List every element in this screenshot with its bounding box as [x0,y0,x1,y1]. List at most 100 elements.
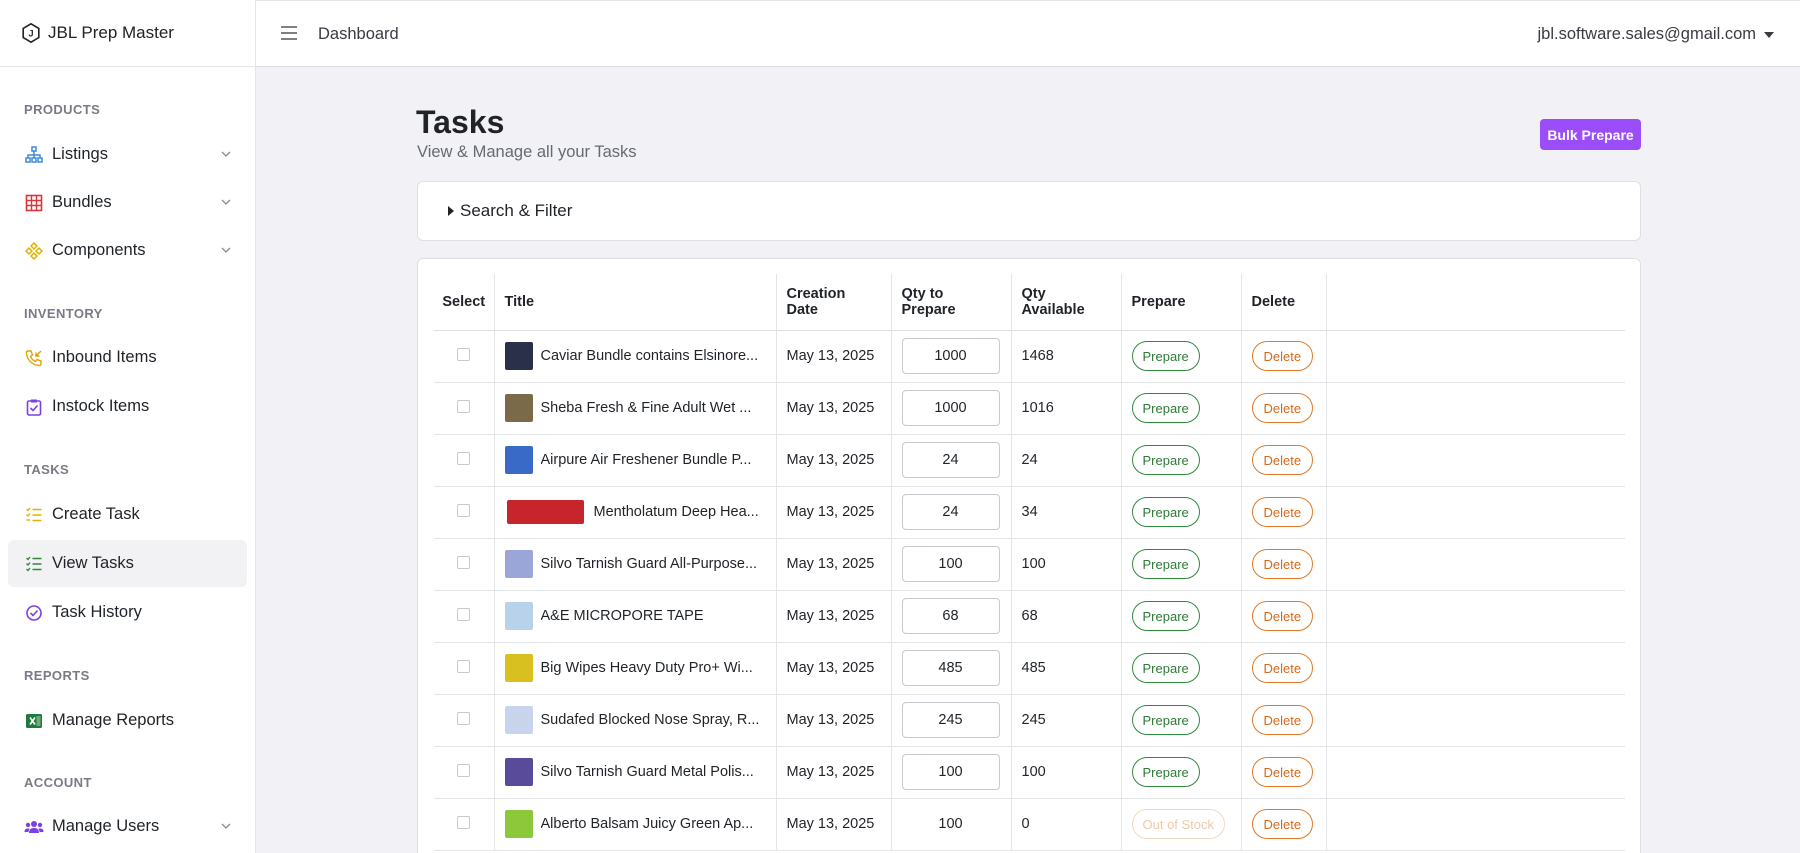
product-title[interactable]: Silvo Tarnish Guard All-Purpose... [541,556,758,572]
title-cell: Caviar Bundle contains Elsinore... [494,330,777,383]
product-title[interactable]: Mentholatum Deep Hea... [594,504,759,520]
sidebar-item-manage-users[interactable]: Manage Users [8,803,247,850]
qty-to-prepare-cell [891,538,1012,591]
prepare-button[interactable]: Prepare [1131,497,1200,527]
qty-to-prepare-cell [891,486,1012,539]
row-select-checkbox[interactable] [457,347,471,361]
row-select-checkbox[interactable] [457,763,471,777]
qty-to-prepare-input[interactable] [901,494,1000,530]
sidebar-item-task-history[interactable]: Task History [8,589,247,636]
row-select-checkbox[interactable] [457,607,471,621]
section-account: ACCOUNT [24,775,92,790]
product-title[interactable]: Silvo Tarnish Guard Metal Polis... [541,764,754,780]
section-reports: REPORTS [24,668,90,683]
section-tasks: TASKS [24,462,70,477]
delete-button[interactable]: Delete [1251,757,1314,787]
sidebar-item-listings[interactable]: Listings [8,131,247,178]
row-select-checkbox[interactable] [457,659,471,673]
chevron-down-icon [221,151,231,157]
row-select-checkbox[interactable] [457,503,471,517]
search-filter-toggle[interactable]: Search & Filter [417,181,1641,241]
breadcrumb[interactable]: Dashboard [318,25,399,44]
components-icon [24,241,44,261]
header-spacer [1326,274,1625,331]
sidebar-item-bundles[interactable]: Bundles [8,179,247,226]
product-title[interactable]: A&E MICROPORE TAPE [541,608,704,624]
qty-to-prepare-input[interactable] [901,546,1000,582]
qty-to-prepare-input[interactable] [901,442,1000,478]
row-select-checkbox[interactable] [457,555,471,569]
qty-to-prepare-input[interactable] [901,650,1000,686]
clipboard-check-icon [24,397,44,417]
product-title[interactable]: Big Wipes Heavy Duty Pro+ Wi... [541,660,753,676]
delete-button[interactable]: Delete [1251,705,1314,735]
sidebar-item-label: Instock Items [52,397,150,415]
qty-to-prepare-input[interactable] [901,702,1000,738]
row-select-checkbox[interactable] [457,711,471,725]
delete-button[interactable]: Delete [1251,601,1314,631]
sidebar-item-label: Manage Reports [52,711,174,729]
bulk-prepare-button[interactable]: Bulk Prepare [1540,119,1641,150]
product-title[interactable]: Alberto Balsam Juicy Green Ap... [541,816,754,832]
prepare-button[interactable]: Prepare [1131,445,1200,475]
page-subtitle: View & Manage all your Tasks [417,143,637,161]
delete-button[interactable]: Delete [1251,341,1314,371]
spacer-cell [1326,538,1625,591]
product-thumbnail [504,446,533,474]
delete-cell: Delete [1241,382,1327,435]
qty-to-prepare-cell [891,746,1012,799]
delete-button[interactable]: Delete [1251,549,1314,579]
check-circle-icon [24,603,44,623]
header-creation-date[interactable]: Creation Date [776,274,892,331]
sidebar-item-instock-items[interactable]: Instock Items [8,383,247,430]
row-select-checkbox[interactable] [457,451,471,465]
qty-available: 34 [1011,486,1122,539]
creation-date: May 13, 2025 [776,330,892,383]
select-cell [434,694,495,747]
prepare-button[interactable]: Prepare [1131,705,1200,735]
creation-date: May 13, 2025 [776,642,892,695]
sidebar-item-inbound-items[interactable]: Inbound Items [8,334,247,381]
sidebar-item-label: Task History [52,603,142,621]
qty-to-prepare-value: 100 [938,816,963,832]
product-thumbnail [504,810,533,838]
sidebar-item-components[interactable]: Components [8,227,247,274]
product-thumbnail [504,654,533,682]
hamburger-menu-icon[interactable] [280,25,298,41]
qty-to-prepare-input[interactable] [901,390,1000,426]
product-thumbnail [504,602,533,630]
product-title[interactable]: Airpure Air Freshener Bundle P... [541,452,752,468]
prepare-button[interactable]: Prepare [1131,393,1200,423]
row-select-checkbox[interactable] [457,399,471,413]
qty-to-prepare-input[interactable] [901,754,1000,790]
delete-button[interactable]: Delete [1251,809,1314,839]
product-title[interactable]: Caviar Bundle contains Elsinore... [541,348,759,364]
delete-cell: Delete [1241,746,1327,799]
qty-available: 68 [1011,590,1122,643]
qty-to-prepare-input[interactable] [901,598,1000,634]
user-menu[interactable]: jbl.software.sales@gmail.com [1538,25,1774,44]
row-select-checkbox[interactable] [457,815,471,829]
qty-available: 1016 [1011,382,1122,435]
prepare-button[interactable]: Prepare [1131,549,1200,579]
delete-button[interactable]: Delete [1251,653,1314,683]
sidebar-item-manage-reports[interactable]: Manage Reports [8,697,247,744]
tasks-table-card: Select Title Creation Date Qty to Prepar… [417,258,1641,853]
qty-to-prepare-input[interactable] [901,338,1000,374]
prepare-button[interactable]: Prepare [1131,653,1200,683]
sidebar-item-view-tasks[interactable]: View Tasks [8,540,247,587]
prepare-button[interactable]: Prepare [1131,757,1200,787]
delete-button[interactable]: Delete [1251,445,1314,475]
delete-button[interactable]: Delete [1251,393,1314,423]
table-header-row: Select Title Creation Date Qty to Prepar… [434,274,1625,331]
sidebar-item-create-task[interactable]: Create Task [8,491,247,538]
delete-button[interactable]: Delete [1251,497,1314,527]
select-cell [434,486,495,539]
prepare-button[interactable]: Prepare [1131,601,1200,631]
product-title[interactable]: Sudafed Blocked Nose Spray, R... [541,712,760,728]
brand[interactable]: J JBL Prep Master [0,0,255,67]
header-title[interactable]: Title [494,274,777,331]
table-row: Caviar Bundle contains Elsinore... May 1… [434,330,1625,383]
product-title[interactable]: Sheba Fresh & Fine Adult Wet ... [541,400,752,416]
prepare-button[interactable]: Prepare [1131,341,1200,371]
